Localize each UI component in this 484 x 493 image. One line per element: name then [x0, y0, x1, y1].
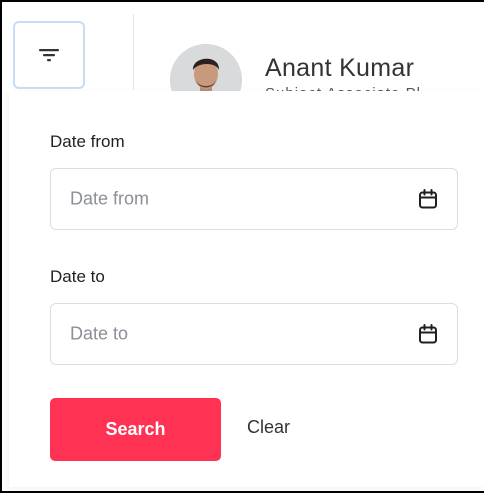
date-to-placeholder: Date to [70, 323, 129, 344]
user-name: Anant Kumar [265, 54, 415, 82]
clear-button[interactable]: Clear [247, 417, 290, 438]
calendar-icon[interactable] [417, 188, 439, 210]
date-from-input[interactable]: Date from [50, 168, 458, 230]
filter-button[interactable] [13, 21, 85, 89]
date-to-label: Date to [50, 267, 105, 286]
date-from-label: Date from [50, 132, 125, 151]
search-button[interactable]: Search [50, 398, 221, 461]
date-to-input[interactable]: Date to [50, 303, 458, 365]
header-divider [133, 14, 134, 90]
calendar-icon[interactable] [417, 323, 439, 345]
filter-icon [39, 49, 59, 62]
date-from-placeholder: Date from [70, 188, 150, 209]
